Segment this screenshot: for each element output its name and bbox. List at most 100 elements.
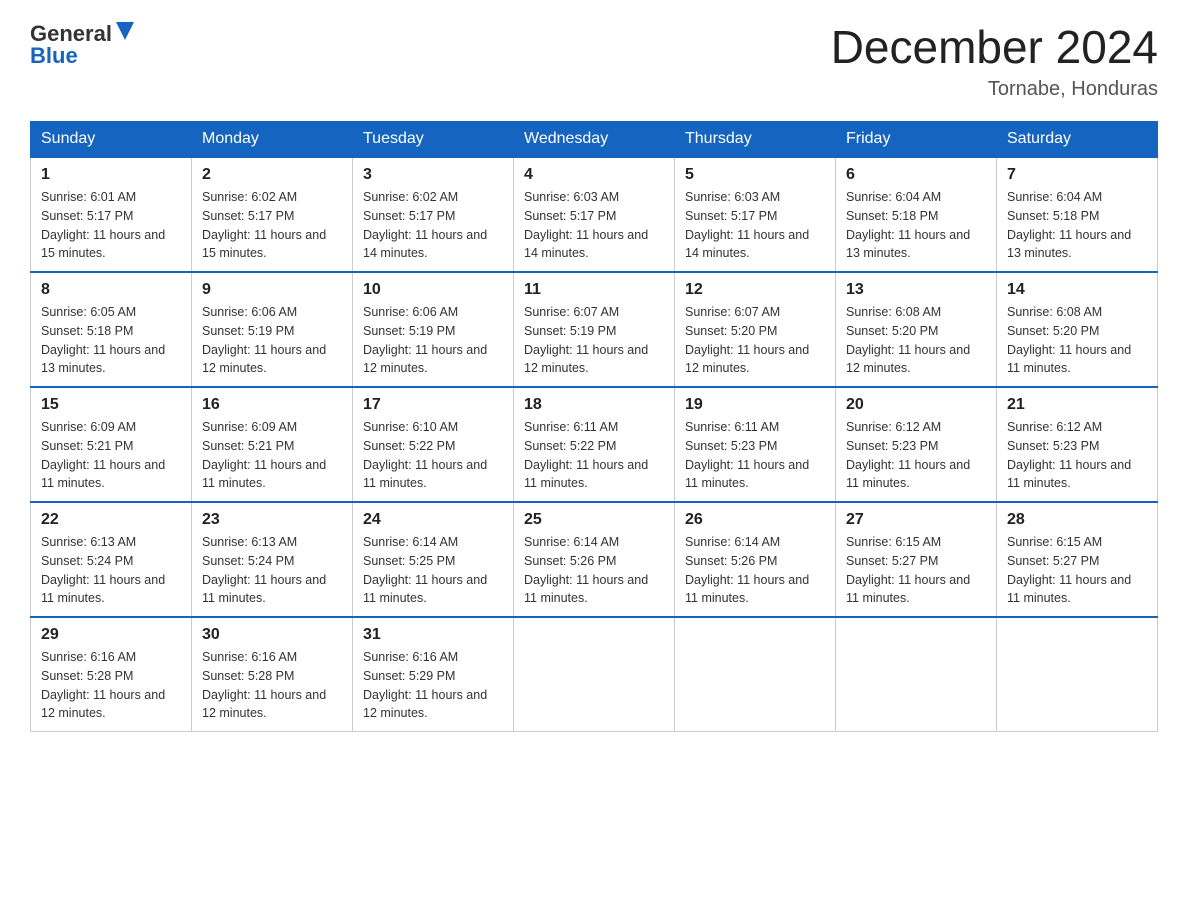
calendar-cell: 6 Sunrise: 6:04 AMSunset: 5:18 PMDaylight… [836,157,997,272]
day-number: 31 [363,626,503,644]
day-number: 21 [1007,396,1147,414]
day-info: Sunrise: 6:08 AMSunset: 5:20 PMDaylight:… [1007,303,1147,378]
day-info: Sunrise: 6:07 AMSunset: 5:20 PMDaylight:… [685,303,825,378]
day-number: 16 [202,396,342,414]
calendar-cell: 10Sunrise: 6:06 AMSunset: 5:19 PMDayligh… [353,272,514,387]
day-info: Sunrise: 6:10 AMSunset: 5:22 PMDaylight:… [363,418,503,493]
day-number: 27 [846,511,986,529]
day-info: Sunrise: 6:02 AMSunset: 5:17 PMDaylight:… [202,188,342,263]
calendar-cell: 2 Sunrise: 6:02 AMSunset: 5:17 PMDaylight… [192,157,353,272]
day-info: Sunrise: 6:14 AMSunset: 5:26 PMDaylight:… [685,533,825,608]
calendar-cell: 11 Sunrise: 6:07 AMSunset: 5:19 PMDayligh… [514,272,675,387]
calendar-cell: 21 Sunrise: 6:12 AMSunset: 5:23 PMDayligh… [997,387,1158,502]
day-info: Sunrise: 6:15 AMSunset: 5:27 PMDaylight:… [1007,533,1147,608]
header-thursday: Thursday [675,122,836,158]
day-info: Sunrise: 6:16 AMSunset: 5:28 PMDaylight:… [41,648,181,723]
calendar-cell: 3 Sunrise: 6:02 AMSunset: 5:17 PMDaylight… [353,157,514,272]
day-info: Sunrise: 6:03 AMSunset: 5:17 PMDaylight:… [685,188,825,263]
day-info: Sunrise: 6:12 AMSunset: 5:23 PMDaylight:… [1007,418,1147,493]
calendar-cell: 24Sunrise: 6:14 AMSunset: 5:25 PMDayligh… [353,502,514,617]
header-friday: Friday [836,122,997,158]
calendar-title: December 2024 [831,20,1158,74]
day-number: 7 [1007,166,1147,184]
logo: General Blue [30,20,136,69]
week-row-4: 22Sunrise: 6:13 AMSunset: 5:24 PMDayligh… [31,502,1158,617]
day-info: Sunrise: 6:09 AMSunset: 5:21 PMDaylight:… [202,418,342,493]
calendar-cell: 13Sunrise: 6:08 AMSunset: 5:20 PMDayligh… [836,272,997,387]
calendar-table: SundayMondayTuesdayWednesdayThursdayFrid… [30,121,1158,732]
calendar-cell: 31 Sunrise: 6:16 AMSunset: 5:29 PMDayligh… [353,617,514,732]
day-info: Sunrise: 6:04 AMSunset: 5:18 PMDaylight:… [846,188,986,263]
day-number: 28 [1007,511,1147,529]
calendar-cell [997,617,1158,732]
calendar-cell: 29 Sunrise: 6:16 AMSunset: 5:28 PMDayligh… [31,617,192,732]
day-info: Sunrise: 6:11 AMSunset: 5:22 PMDaylight:… [524,418,664,493]
day-info: Sunrise: 6:04 AMSunset: 5:18 PMDaylight:… [1007,188,1147,263]
day-number: 29 [41,626,181,644]
logo-arrow-icon [114,20,136,42]
day-info: Sunrise: 6:16 AMSunset: 5:29 PMDaylight:… [363,648,503,723]
day-number: 11 [524,281,664,299]
header-tuesday: Tuesday [353,122,514,158]
day-info: Sunrise: 6:01 AMSunset: 5:17 PMDaylight:… [41,188,181,263]
day-number: 19 [685,396,825,414]
day-info: Sunrise: 6:16 AMSunset: 5:28 PMDaylight:… [202,648,342,723]
logo-blue-text: Blue [30,43,78,69]
calendar-cell: 27Sunrise: 6:15 AMSunset: 5:27 PMDayligh… [836,502,997,617]
day-info: Sunrise: 6:03 AMSunset: 5:17 PMDaylight:… [524,188,664,263]
calendar-cell: 1 Sunrise: 6:01 AMSunset: 5:17 PMDaylight… [31,157,192,272]
day-number: 1 [41,166,181,184]
day-number: 13 [846,281,986,299]
calendar-cell: 16 Sunrise: 6:09 AMSunset: 5:21 PMDayligh… [192,387,353,502]
calendar-cell: 15Sunrise: 6:09 AMSunset: 5:21 PMDayligh… [31,387,192,502]
day-number: 3 [363,166,503,184]
calendar-cell: 26 Sunrise: 6:14 AMSunset: 5:26 PMDayligh… [675,502,836,617]
calendar-cell: 19Sunrise: 6:11 AMSunset: 5:23 PMDayligh… [675,387,836,502]
week-row-1: 1 Sunrise: 6:01 AMSunset: 5:17 PMDaylight… [31,157,1158,272]
calendar-cell: 5Sunrise: 6:03 AMSunset: 5:17 PMDaylight… [675,157,836,272]
day-number: 20 [846,396,986,414]
week-row-2: 8 Sunrise: 6:05 AMSunset: 5:18 PMDaylight… [31,272,1158,387]
calendar-cell: 25 Sunrise: 6:14 AMSunset: 5:26 PMDayligh… [514,502,675,617]
calendar-cell [675,617,836,732]
calendar-cell [514,617,675,732]
day-number: 12 [685,281,825,299]
header-sunday: Sunday [31,122,192,158]
calendar-header-row: SundayMondayTuesdayWednesdayThursdayFrid… [31,122,1158,158]
day-info: Sunrise: 6:06 AMSunset: 5:19 PMDaylight:… [363,303,503,378]
day-info: Sunrise: 6:02 AMSunset: 5:17 PMDaylight:… [363,188,503,263]
day-info: Sunrise: 6:05 AMSunset: 5:18 PMDaylight:… [41,303,181,378]
day-number: 6 [846,166,986,184]
header-monday: Monday [192,122,353,158]
day-info: Sunrise: 6:06 AMSunset: 5:19 PMDaylight:… [202,303,342,378]
week-row-3: 15 Sunrise: 6:09 AMSunset: 5:21 PMDayligh… [31,387,1158,502]
calendar-cell: 14 Sunrise: 6:08 AMSunset: 5:20 PMDayligh… [997,272,1158,387]
day-info: Sunrise: 6:14 AMSunset: 5:25 PMDaylight:… [363,533,503,608]
day-number: 26 [685,511,825,529]
day-number: 30 [202,626,342,644]
page-header: General Blue December 2024 Tornabe, Hond… [30,20,1158,101]
calendar-cell: 23 Sunrise: 6:13 AMSunset: 5:24 PMDayligh… [192,502,353,617]
day-info: Sunrise: 6:13 AMSunset: 5:24 PMDaylight:… [202,533,342,608]
day-number: 2 [202,166,342,184]
calendar-cell: 17Sunrise: 6:10 AMSunset: 5:22 PMDayligh… [353,387,514,502]
day-number: 18 [524,396,664,414]
calendar-cell: 28 Sunrise: 6:15 AMSunset: 5:27 PMDayligh… [997,502,1158,617]
calendar-cell: 7 Sunrise: 6:04 AMSunset: 5:18 PMDaylight… [997,157,1158,272]
calendar-cell: 18 Sunrise: 6:11 AMSunset: 5:22 PMDayligh… [514,387,675,502]
calendar-cell: 9 Sunrise: 6:06 AMSunset: 5:19 PMDaylight… [192,272,353,387]
day-number: 8 [41,281,181,299]
day-number: 25 [524,511,664,529]
day-info: Sunrise: 6:14 AMSunset: 5:26 PMDaylight:… [524,533,664,608]
day-number: 4 [524,166,664,184]
day-number: 23 [202,511,342,529]
calendar-cell: 20Sunrise: 6:12 AMSunset: 5:23 PMDayligh… [836,387,997,502]
day-number: 14 [1007,281,1147,299]
calendar-subtitle: Tornabe, Honduras [831,78,1158,101]
week-row-5: 29 Sunrise: 6:16 AMSunset: 5:28 PMDayligh… [31,617,1158,732]
day-number: 15 [41,396,181,414]
day-info: Sunrise: 6:07 AMSunset: 5:19 PMDaylight:… [524,303,664,378]
day-number: 9 [202,281,342,299]
calendar-cell: 12 Sunrise: 6:07 AMSunset: 5:20 PMDayligh… [675,272,836,387]
header-wednesday: Wednesday [514,122,675,158]
